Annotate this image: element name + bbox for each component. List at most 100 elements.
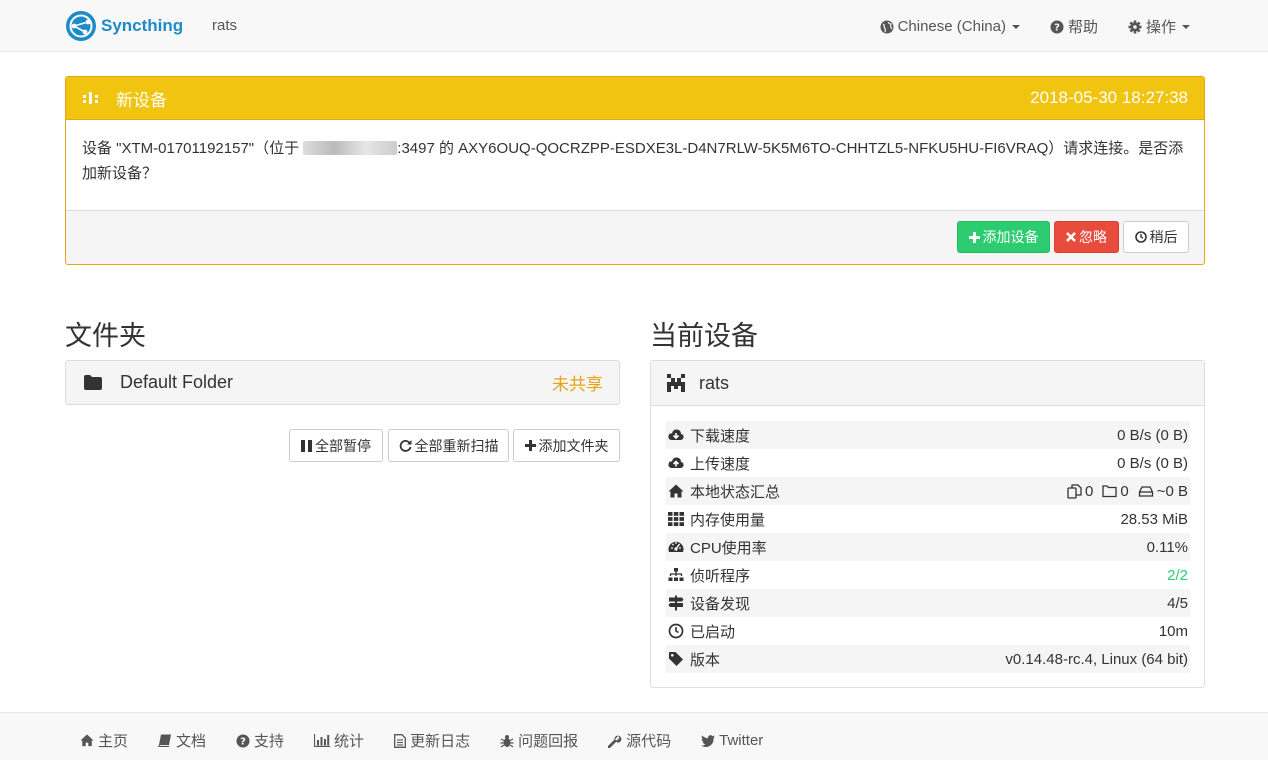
device-name: rats: [699, 372, 730, 393]
stat-listeners: 侦听程序 2/2: [666, 561, 1190, 589]
footer-docs-label: 文档: [176, 733, 207, 750]
stat-local-state-label: 本地状态汇总: [690, 483, 781, 501]
stat-listeners-label: 侦听程序: [690, 567, 751, 585]
twitter-icon: [701, 734, 716, 747]
device-header[interactable]: rats: [651, 361, 1204, 406]
stat-local-state: 本地状态汇总 0 0 ~0 B: [666, 477, 1190, 505]
footer-support-link[interactable]: ? 支持: [236, 730, 284, 751]
this-device-panel: rats 下载速度 0 B/s (0 B) 上传速度 0 B/s (0 B) 本…: [650, 360, 1205, 688]
cloud-download-icon: [668, 429, 684, 440]
help-link[interactable]: ? 帮助: [1050, 16, 1098, 37]
footer-docs-link[interactable]: 文档: [158, 730, 206, 751]
th-grid-icon: [668, 512, 684, 526]
stat-ram: 内存使用量 28.53 MiB: [666, 505, 1190, 533]
stat-download-value: 0 B/s (0 B): [1117, 426, 1188, 444]
language-label: Chinese (China): [897, 18, 1006, 35]
footer-changelog-link[interactable]: 更新日志: [394, 730, 470, 751]
question-circle-icon: ?: [236, 734, 250, 747]
language-dropdown[interactable]: Chinese (China): [880, 16, 1020, 37]
rescan-all-button[interactable]: 全部重新扫描: [388, 429, 509, 462]
add-folder-label: 添加文件夹: [538, 437, 609, 454]
footer-home-link[interactable]: 主页: [80, 730, 128, 751]
new-device-icon: [83, 92, 98, 104]
stat-local-files: 0: [1085, 482, 1094, 500]
pause-all-button[interactable]: 全部暂停: [289, 429, 383, 462]
stat-discovery-value[interactable]: 4/5: [1167, 595, 1188, 612]
add-folder-button[interactable]: 添加文件夹: [513, 429, 620, 462]
notice-message: 设备 "XTM-01701192157"（位于 :3497 的 AXY6OUQ-…: [66, 120, 1204, 211]
signpost-icon: [668, 595, 684, 611]
stat-download-label: 下载速度: [690, 427, 751, 445]
footer-support-label: 支持: [254, 733, 285, 750]
question-circle-icon: ?: [1050, 20, 1064, 33]
ignore-button[interactable]: 忽略: [1054, 221, 1119, 253]
footer-stats-label: 统计: [334, 733, 365, 750]
stat-download: 下载速度 0 B/s (0 B): [666, 421, 1190, 449]
book-icon: [158, 734, 172, 747]
file-text-icon: [394, 733, 407, 748]
files-icon: [1067, 483, 1082, 499]
stat-version: 版本 v0.14.48-rc.4, Linux (64 bit): [666, 645, 1190, 673]
cloud-upload-icon: [668, 457, 684, 468]
footer-links: 主页 文档 ? 支持 统计 更新日志 问题回报 源代码 Twitter: [80, 730, 793, 751]
device-stats: 下载速度 0 B/s (0 B) 上传速度 0 B/s (0 B) 本地状态汇总: [666, 421, 1190, 673]
refresh-icon: [399, 440, 411, 452]
add-device-button[interactable]: 添加设备: [957, 221, 1050, 253]
stat-cpu: CPU使用率 0.11%: [666, 533, 1190, 561]
later-button[interactable]: 稍后: [1123, 221, 1189, 253]
folder-panel[interactable]: Default Folder 未共享: [65, 360, 620, 405]
footer-source-label: 源代码: [626, 733, 672, 750]
stat-local-dirs: 0: [1120, 482, 1129, 500]
footer: 主页 文档 ? 支持 统计 更新日志 问题回报 源代码 Twitter: [0, 712, 1268, 760]
home-icon: [80, 734, 94, 747]
gear-icon: [1128, 20, 1142, 33]
footer-changelog-label: 更新日志: [410, 733, 471, 750]
stat-cpu-label: CPU使用率: [690, 539, 767, 557]
stat-uptime-label: 已启动: [690, 623, 736, 641]
folder-icon: [84, 375, 102, 390]
redacted-address: [303, 141, 398, 155]
help-label: 帮助: [1067, 19, 1098, 36]
notice-footer: 添加设备 忽略 稍后: [66, 211, 1204, 264]
pause-all-label: 全部暂停: [315, 437, 371, 454]
brand-name: Syncthing: [101, 16, 184, 35]
footer-stats-link[interactable]: 统计: [314, 730, 364, 751]
stat-upload: 上传速度 0 B/s (0 B): [666, 449, 1190, 477]
stat-ram-label: 内存使用量: [690, 511, 766, 529]
syncthing-logo-icon: [66, 11, 96, 41]
stat-listeners-value[interactable]: 2/2: [1167, 567, 1188, 584]
stat-ram-value: 28.53 MiB: [1120, 510, 1188, 528]
brand[interactable]: Syncthing: [65, 10, 183, 42]
notice-title: 新设备: [116, 90, 167, 110]
device-identicon-icon: [667, 374, 685, 392]
actions-dropdown[interactable]: 操作: [1128, 16, 1190, 37]
nav-device-name: rats: [212, 17, 238, 34]
stat-discovery-label: 设备发现: [690, 595, 751, 613]
svg-text:?: ?: [240, 736, 246, 747]
actions-label: 操作: [1145, 19, 1176, 36]
wrench-icon: [608, 735, 622, 748]
stat-uptime-value: 10m: [1158, 622, 1188, 640]
pause-icon: [301, 439, 312, 452]
tag-icon: [669, 652, 683, 666]
plus-icon: [524, 440, 536, 451]
bar-chart-icon: [314, 734, 331, 747]
footer-source-link[interactable]: 源代码: [608, 730, 671, 751]
rescan-all-label: 全部重新扫描: [414, 437, 499, 454]
globe-icon: [880, 20, 894, 33]
stat-upload-value: 0 B/s (0 B): [1117, 454, 1188, 472]
notice-message-part1: 设备 "XTM-01701192157"（位于: [82, 140, 304, 157]
clock-icon: [1134, 231, 1147, 243]
stat-upload-label: 上传速度: [690, 455, 751, 473]
stat-version-value: v0.14.48-rc.4, Linux (64 bit): [1005, 650, 1188, 668]
notice-timestamp: 2018-05-30 18:27:38: [1030, 88, 1188, 107]
folder-outline-icon: [1102, 485, 1118, 498]
new-device-notice: 新设备 2018-05-30 18:27:38 设备 "XTM-01701192…: [65, 76, 1205, 265]
chevron-down-icon: [1182, 24, 1190, 29]
footer-bugs-link[interactable]: 问题回报: [500, 730, 578, 751]
footer-twitter-link[interactable]: Twitter: [701, 730, 763, 751]
ignore-label: 忽略: [1079, 229, 1107, 245]
stat-version-label: 版本: [690, 651, 721, 669]
close-icon: [1066, 232, 1076, 242]
dashboard-icon: [668, 541, 684, 552]
